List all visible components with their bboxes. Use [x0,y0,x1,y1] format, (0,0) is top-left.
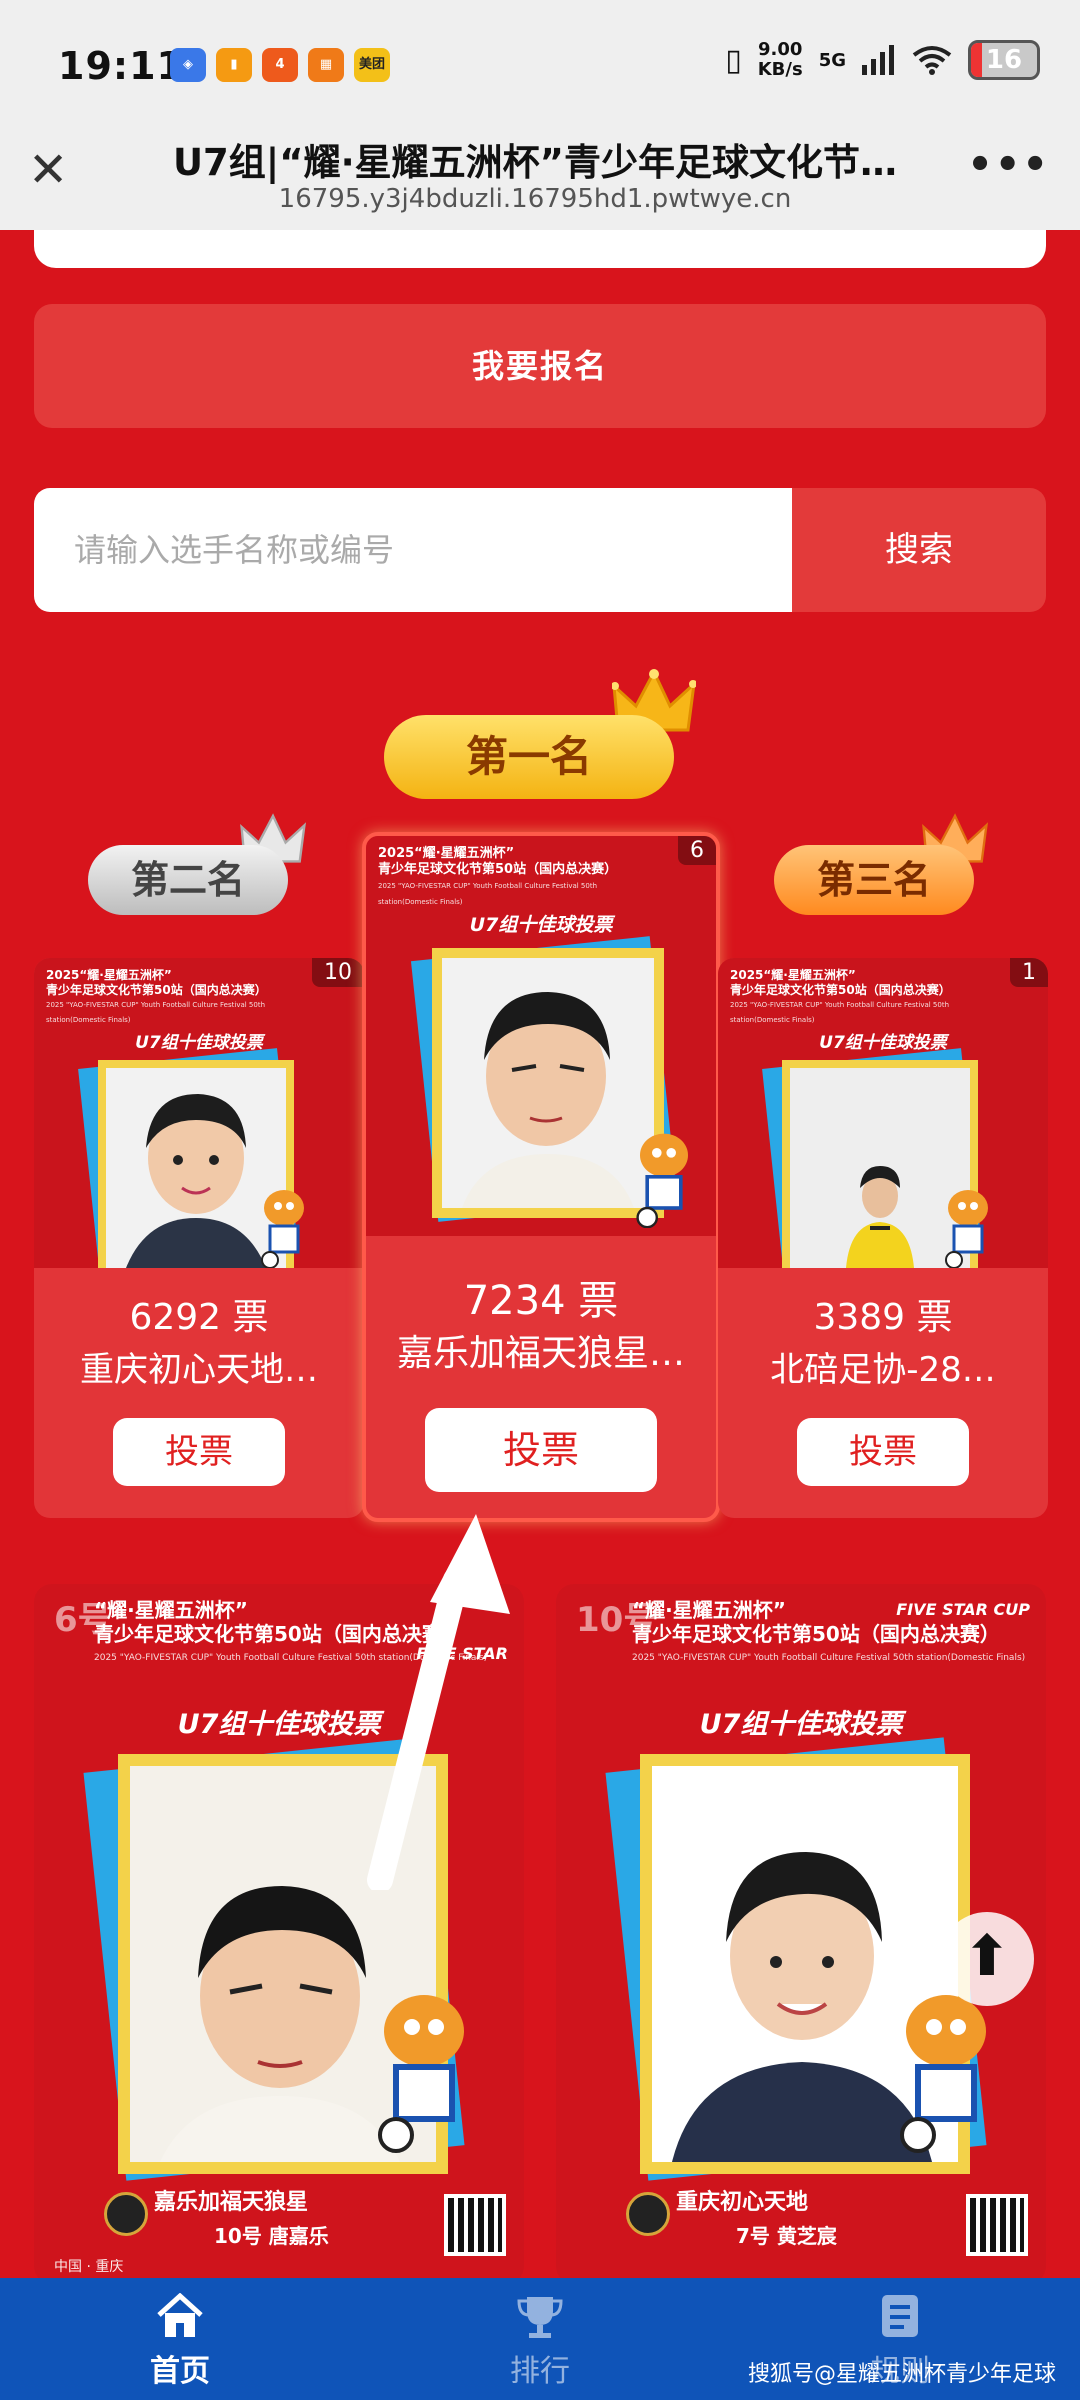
signal-label: 5G [818,49,846,71]
poster-caption: U7组十佳球投票 [469,914,613,936]
app-icon-orange: ▮ [216,48,252,82]
wifi-icon [912,46,952,75]
search-input[interactable] [34,488,792,612]
nav-label: 首页 [150,2354,210,2389]
poster-image: 2025“耀·星耀五洲杯” 青少年足球文化节第50站（国内总决赛） 2025 "YA… [366,836,716,1236]
poster-caption: U7组十佳球投票 [819,1033,947,1053]
status-right: ▯ 9.00 KB/s 5G 16 [725,40,1040,80]
vibrate-icon: ▯ [725,42,742,78]
notification-icons: ◈ ▮ 4 ▦ 美团 [170,48,390,82]
partial-card [34,230,1046,268]
home-icon [0,2292,360,2340]
meituan-icon: 美团 [354,48,390,82]
poster-image: 2025“耀·星耀五洲杯” 青少年足球文化节第50站（国内总决赛） 2025 "YA… [34,958,364,1268]
qr-code-icon [966,2194,1028,2256]
poster-caption: U7组十佳球投票 [135,1033,263,1053]
mascot-icon [378,1995,464,2153]
search-button[interactable]: 搜索 [792,488,1046,612]
browser-title-bar: ✕ U7组|“耀·星耀五洲杯”青少年足球文化节… 16795.y3j4bduzl… [0,110,1080,230]
third-place-label: 第三名 [774,845,974,915]
podium-card-third[interactable]: 2025“耀·星耀五洲杯” 青少年足球文化节第50站（国内总决赛） 2025 "YA… [718,958,1048,1518]
watermark: 搜狐号@星耀五洲杯青少年足球 [747,2362,1056,2387]
signal-icon [862,45,894,75]
podium-card-first[interactable]: 2025“耀·星耀五洲杯” 青少年足球文化节第50站（国内总决赛） 2025 "YA… [362,832,720,1522]
player-number-badge: 10 [312,958,364,987]
battery-level: 16 [985,45,1023,75]
arrow-up-icon [367,1514,510,1890]
app-icon-orange2: ▦ [308,48,344,82]
player-number-badge: 1 [1010,958,1048,987]
nav-item-home[interactable]: 首页 [0,2278,360,2400]
vote-count: 3389 票 [813,1297,953,1338]
nav-label: 排行 [510,2354,570,2389]
first-place-label: 第一名 [384,715,674,799]
qr-code-icon [444,2194,506,2256]
page-url: 16795.y3j4bduzli.16795hd1.pwtwye.cn [278,184,792,214]
podium-card-second[interactable]: 2025“耀·星耀五洲杯” 青少年足球文化节第50站（国内总决赛） 2025 "YA… [34,958,364,1518]
player-name: 10号 唐嘉乐 [214,2224,329,2248]
poster-title: 2025“耀·星耀五洲杯” 青少年足球文化节第50站（国内总决赛） 2025 "YA… [730,968,951,1024]
status-time: 19:11 [58,44,184,88]
vote-button[interactable]: 投票 [797,1418,969,1486]
scroll-to-top-button[interactable]: ⬆ [940,1912,1034,2006]
team-name: 重庆初心天地 [676,2190,809,2215]
second-place-label: 第二名 [88,845,288,915]
mascot-icon [636,1133,688,1228]
team-emblem-icon [104,2192,148,2236]
team-name: 北碚足协-28… [770,1350,996,1390]
team-name: 嘉乐加福天狼星 [154,2190,309,2215]
poster-title: 2025“耀·星耀五洲杯” 青少年足球文化节第50站（国内总决赛） 2025 "YA… [46,968,267,1024]
close-icon[interactable]: ✕ [28,146,68,194]
vote-count: 7234 票 [463,1278,619,1324]
network-speed: 9.00 KB/s [758,40,803,80]
rules-icon [720,2292,1080,2340]
page-title: U7组|“耀·星耀五洲杯”青少年足球文化节… [173,141,897,184]
battery-icon: 16 [968,40,1040,80]
vote-button[interactable]: 投票 [113,1418,285,1486]
player-number-badge: 6 [678,836,716,865]
location: 中国 · 重庆 [54,2259,124,2275]
mascot-icon [261,1190,304,1268]
trophy-icon [360,2292,720,2340]
team-name: 嘉乐加福天狼星… [396,1333,685,1374]
network-speed-value: 9.00 [757,39,803,60]
vote-count: 6292 票 [129,1297,269,1338]
mascot-icon [945,1190,988,1268]
team-emblem-icon [626,2192,670,2236]
vote-button[interactable]: 投票 [425,1408,657,1492]
player-name: 7号 黄芝宸 [736,2224,837,2248]
search-bar: 搜索 [34,488,1046,612]
network-speed-unit: KB/s [757,59,803,80]
app-icon-blue: ◈ [170,48,206,82]
poster-title: 2025“耀·星耀五洲杯” 青少年足球文化节第50站（国内总决赛） 2025 "YA… [378,846,618,906]
app-icon-red: 4 [262,48,298,82]
signup-button[interactable]: 我要报名 [34,304,1046,428]
poster-image: 2025“耀·星耀五洲杯” 青少年足球文化节第50站（国内总决赛） 2025 "YA… [718,958,1048,1268]
player-photo [442,958,654,1208]
poster-caption: U7组十佳球投票 [699,1709,903,1740]
nav-item-ranking[interactable]: 排行 [360,2278,720,2400]
mascot-icon [900,1995,986,2153]
team-name: 重庆初心天地… [80,1350,318,1390]
five-star-cup-logo: FIVE STAR CUP [896,1600,1030,1619]
more-options-icon[interactable]: ••• [967,142,1050,188]
